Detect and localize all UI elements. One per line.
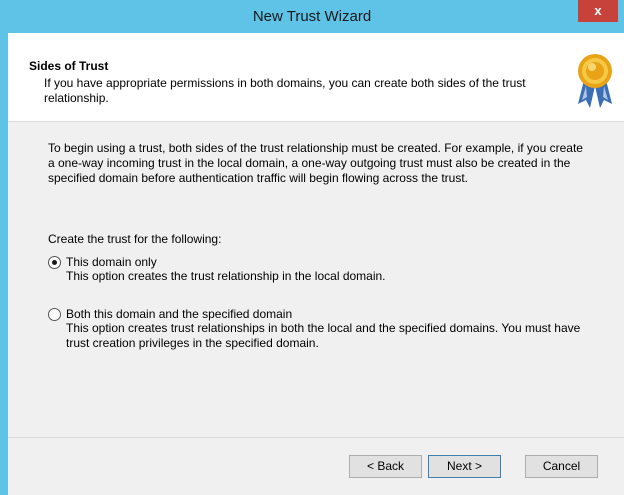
option-label[interactable]: Both this domain and the specified domai… [66, 307, 292, 321]
back-button[interactable]: < Back [349, 455, 422, 478]
footer-divider [8, 437, 624, 438]
window-title: New Trust Wizard [252, 8, 372, 25]
wizard-window: New Trust Wizard x Sides of Trust If you… [0, 0, 624, 495]
certificate-ribbon-icon [578, 54, 612, 108]
intro-text: To begin using a trust, both sides of th… [48, 141, 583, 185]
radio-both-domains[interactable] [48, 308, 61, 321]
option-prompt: Create the trust for the following: [48, 232, 222, 246]
page-title: Sides of Trust [29, 59, 109, 73]
wizard-client-area: Sides of Trust If you have appropriate p… [8, 33, 624, 495]
option-description: This option creates trust relationships … [66, 321, 581, 350]
wizard-header: Sides of Trust If you have appropriate p… [8, 33, 624, 122]
option-description: This option creates the trust relationsh… [66, 269, 386, 283]
next-button[interactable]: Next > [428, 455, 501, 478]
title-bar[interactable]: New Trust Wizard x [0, 0, 624, 33]
close-button[interactable]: x [578, 0, 618, 22]
cancel-button[interactable]: Cancel [525, 455, 598, 478]
radio-this-domain-only[interactable] [48, 256, 61, 269]
page-description: If you have appropriate permissions in b… [44, 76, 526, 105]
option-label[interactable]: This domain only [66, 255, 157, 269]
